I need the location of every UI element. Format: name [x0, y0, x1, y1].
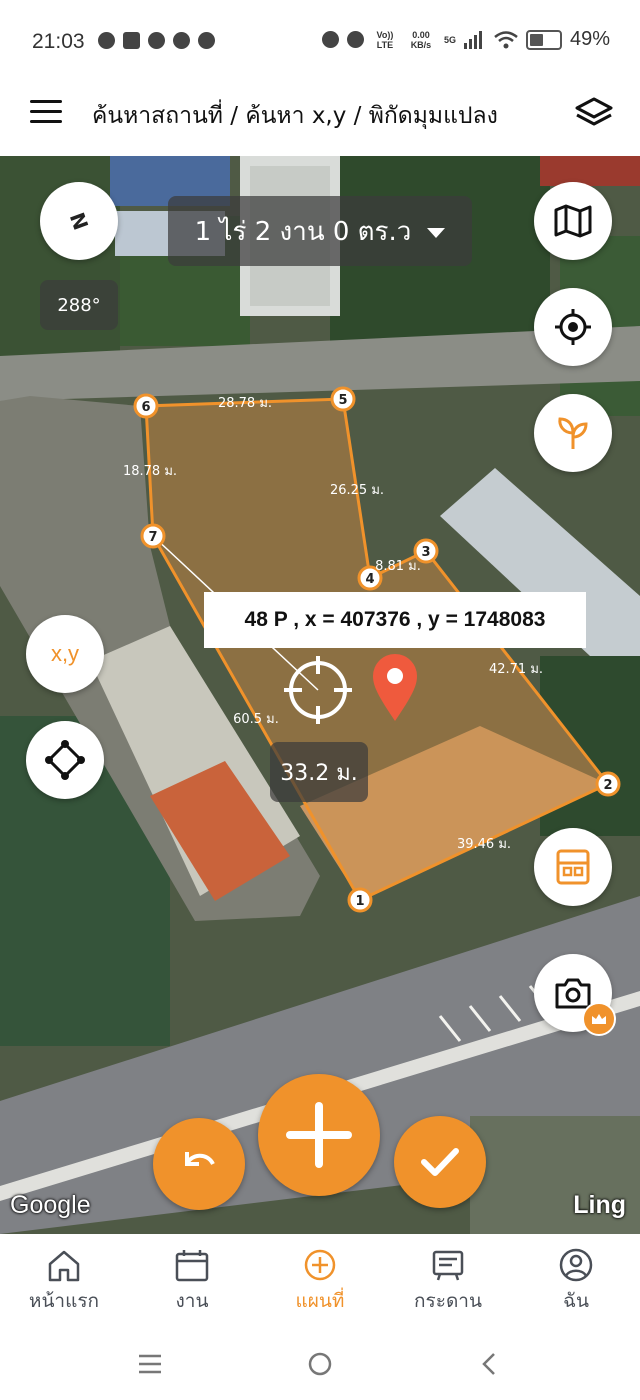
calculator-button[interactable] — [534, 828, 612, 906]
nav-item-home[interactable]: หน้าแรก — [0, 1234, 128, 1330]
vertex-label-7: 7 — [148, 530, 157, 545]
coordinate-readout: 48 P , x = 407376 , y = 1748083 — [204, 592, 586, 648]
vertex-label-3: 3 — [421, 545, 430, 560]
search-title[interactable]: ค้นหาสถานที่ / ค้นหา x,y / พิกัดมุมแปลง — [92, 98, 498, 134]
nav-label: แผนที่ — [295, 1290, 345, 1312]
dropdown-arrow-icon — [427, 228, 446, 238]
xy-label: x,y — [50, 641, 80, 666]
net-speed-value: 0.00 — [412, 29, 430, 40]
nav-label: หน้าแรก — [28, 1290, 100, 1312]
nav-item-me[interactable]: ฉัน — [512, 1234, 640, 1330]
status-time: 21:03 — [32, 30, 85, 53]
battery-level: 49% — [569, 28, 610, 50]
cloud-icon — [198, 32, 215, 49]
notification-icons — [98, 32, 215, 49]
compass-button[interactable]: N — [40, 182, 118, 260]
heading-chip: 288° — [40, 280, 118, 330]
distance-value: 33.2 ม. — [280, 760, 358, 786]
vertex-label-4: 4 — [365, 572, 374, 587]
edge-length-label: 18.78 ม. — [123, 464, 177, 479]
system-nav-bar — [0, 1330, 640, 1396]
plus-icon — [286, 1102, 352, 1168]
messenger-icon — [148, 32, 165, 49]
my-location-button[interactable] — [534, 288, 612, 366]
status-right: Vo)) LTE 0.00 KB/s 5G 49% — [321, 28, 610, 51]
facebook-icon — [98, 32, 115, 49]
nav-item-tasks[interactable]: งาน — [128, 1234, 256, 1330]
back-icon[interactable] — [482, 1353, 495, 1375]
vertex-label-1: 1 — [355, 894, 364, 909]
distance-chip: 33.2 ม. — [270, 742, 368, 802]
edge-length-label: 42.71 ม. — [489, 662, 543, 677]
app-bar: ค้นหาสถานที่ / ค้นหา x,y / พิกัดมุมแปลง — [0, 80, 640, 156]
edge-length-label: 39.46 ม. — [457, 837, 511, 852]
signal-gen: 5G — [443, 34, 456, 45]
vertex-label-6: 6 — [141, 400, 150, 415]
area-dropdown[interactable]: 1 ไร่ 2 งาน 0 ตร.ว — [168, 196, 472, 266]
calendar-icon — [175, 1250, 209, 1282]
net-speed: 0.00 KB/s — [406, 30, 436, 50]
undo-icon — [185, 1152, 215, 1166]
calculator-icon — [556, 849, 590, 885]
add-circle-icon — [304, 1249, 336, 1281]
wifi-icon — [494, 30, 518, 48]
home-icon — [48, 1250, 80, 1282]
map-type-button[interactable] — [534, 182, 612, 260]
hand-icon — [173, 32, 190, 49]
gps-icon — [555, 309, 591, 345]
polygon-tool-button[interactable] — [26, 721, 104, 799]
nav-label: กระดาน — [414, 1290, 482, 1312]
menu-icon[interactable] — [30, 100, 62, 126]
user-icon — [559, 1248, 593, 1282]
recents-icon[interactable] — [139, 1354, 161, 1374]
plant-button[interactable] — [534, 394, 612, 472]
area-label: 1 ไร่ 2 งาน 0 ตร.ว — [194, 216, 412, 247]
check-icon — [421, 1148, 459, 1176]
map-icon — [554, 204, 592, 238]
edge-length-label: 8.81 ม. — [375, 559, 421, 574]
map-view[interactable]: 1 2 3 4 5 6 7 28.78 ม. 18.78 ม. 26.25 ม.… — [0, 156, 640, 1234]
nav-item-board[interactable]: กระดาน — [384, 1234, 512, 1330]
net-speed-unit: KB/s — [410, 39, 432, 50]
brand-watermark: Ling — [573, 1191, 626, 1219]
camera-button[interactable] — [534, 954, 616, 1036]
add-point-button[interactable] — [258, 1074, 380, 1196]
battery-icon — [525, 29, 562, 50]
undo-button[interactable] — [153, 1118, 245, 1210]
home-nav-icon[interactable] — [308, 1352, 332, 1376]
nav-label: งาน — [175, 1290, 209, 1312]
edge-length-label: 60.5 ม. — [233, 712, 279, 727]
coordinate-text: 48 P , x = 407376 , y = 1748083 — [244, 608, 546, 631]
google-attribution: Google — [10, 1191, 91, 1219]
vertex-label-5: 5 — [338, 393, 347, 408]
sprout-icon — [558, 417, 588, 449]
edge-length-label: 26.25 ม. — [330, 483, 384, 498]
edge-length-label: 28.78 ม. — [218, 396, 272, 411]
nav-item-map[interactable]: แผนที่ — [256, 1234, 384, 1330]
compass-label: N — [64, 209, 94, 233]
heading-value: 288° — [57, 294, 101, 316]
net-type: Vo)) LTE — [376, 29, 394, 50]
location-icon — [346, 31, 364, 48]
vertex-label-2: 2 — [603, 778, 612, 793]
bottom-nav: หน้าแรก งาน แผนที่ กระดาน ฉัน — [0, 1234, 640, 1330]
xy-input-button[interactable]: x,y — [26, 615, 104, 693]
status-bar: 21:03 Vo)) LTE 0.00 KB/s 5G 49% — [0, 0, 640, 80]
alarm-icon — [321, 31, 339, 48]
signal-icon — [463, 30, 482, 49]
layers-icon[interactable] — [574, 96, 614, 130]
polygon-icon — [45, 740, 85, 780]
nav-label: ฉัน — [563, 1290, 589, 1312]
tiktok-icon — [123, 32, 140, 49]
board-icon — [432, 1250, 464, 1281]
premium-crown-icon — [582, 1002, 616, 1036]
confirm-button[interactable] — [394, 1116, 486, 1208]
